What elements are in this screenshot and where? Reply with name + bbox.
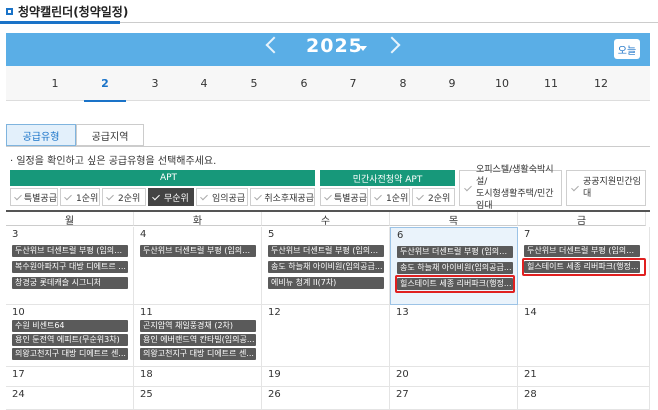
filter-apt-first[interactable]: 1순위 <box>60 188 100 206</box>
tab-month-5[interactable]: 5 <box>229 66 279 101</box>
event-item[interactable]: 용인 둔전역 에피트(무순위3차) <box>12 334 128 346</box>
day-cell[interactable]: 28 <box>518 387 650 410</box>
year-label[interactable]: 2025 <box>306 35 363 57</box>
month-tabs: 1 2 3 4 5 6 7 8 9 10 11 12 <box>6 66 650 102</box>
filter-private-second[interactable]: 2순위 <box>412 188 455 206</box>
weekday-header: 월 <box>6 212 134 227</box>
filter-apt-special[interactable]: 특별공급 <box>10 188 58 206</box>
event-item[interactable]: 곤지암역 채일풍경채 (2차) <box>140 320 256 332</box>
day-cell[interactable]: 10 수원 비센트64 용인 둔전역 에피트(무순위3차) 의왕고천지구 대방 … <box>6 305 134 367</box>
tab-month-1[interactable]: 1 <box>30 66 80 101</box>
day-cell[interactable]: 18 <box>134 367 262 387</box>
tab-month-12[interactable]: 12 <box>576 66 626 101</box>
day-cell-today[interactable]: 6 두산위브 더센트럴 부평 (임의공... 송도 하늘채 아이비원(임의공급.… <box>390 227 518 305</box>
filter-apt-resupply[interactable]: 취소후재공급 <box>250 188 315 206</box>
filter-apt-second[interactable]: 2순위 <box>102 188 146 206</box>
event-item[interactable]: 두산위브 더센트럴 부평 (임의공... <box>268 245 384 257</box>
tab-month-3[interactable]: 3 <box>130 66 180 101</box>
day-cell[interactable]: 3 두산위브 더센트럴 부평 (임의공... 복수원아파지구 대방 디에트르 .… <box>6 227 134 305</box>
tab-month-4[interactable]: 4 <box>179 66 229 101</box>
highlight-box <box>522 258 646 276</box>
filter-private-special[interactable]: 특별공급 <box>320 188 368 206</box>
calendar-grid: 월 화 수 목 금 3 두산위브 더센트럴 부평 (임의공... 복수원아파지구… <box>6 210 650 410</box>
weekday-header: 목 <box>390 212 518 227</box>
title-square-icon <box>6 7 13 15</box>
year-banner: 2025 오늘 <box>6 33 650 66</box>
event-item[interactable]: 송도 하늘채 아이비원(임의공급... <box>268 261 384 273</box>
check-icon <box>254 193 261 202</box>
event-item[interactable]: 에비뉴 청계 II(7차) <box>268 277 384 289</box>
tab-month-10[interactable]: 10 <box>477 66 527 101</box>
day-cell[interactable]: 12 <box>262 305 390 367</box>
check-icon <box>64 193 73 202</box>
day-cell[interactable]: 24 <box>6 387 134 410</box>
event-item[interactable]: 두산위브 더센트럴 부평 (임의공... <box>140 245 256 257</box>
tab-month-8[interactable]: 8 <box>378 66 428 101</box>
filter-group-private-pre[interactable]: 민간사전청약 APT <box>320 170 455 186</box>
day-cell[interactable]: 20 <box>390 367 518 387</box>
day-cell[interactable]: 27 <box>390 387 518 410</box>
tab-month-9[interactable]: 9 <box>427 66 477 101</box>
next-year-icon[interactable] <box>383 36 401 54</box>
today-button[interactable]: 오늘 <box>614 39 640 59</box>
check-icon <box>571 184 580 193</box>
tab-month-11[interactable]: 11 <box>526 66 576 101</box>
filter-apt-unranked[interactable]: 무순위 <box>148 188 194 206</box>
tab-month-7[interactable]: 7 <box>328 66 378 101</box>
instruction-text: · 일정을 확인하고 싶은 공급유형을 선택해주세요. <box>10 156 217 167</box>
day-cell[interactable]: 4 두산위브 더센트럴 부평 (임의공... <box>134 227 262 305</box>
year-dropdown-icon[interactable] <box>359 46 367 51</box>
weekday-header: 화 <box>134 212 262 227</box>
tab-month-2[interactable]: 2 <box>80 66 130 102</box>
event-item[interactable]: 창경궁 롯데캐슬 시그니처 <box>12 277 128 289</box>
event-item[interactable]: 수원 비센트64 <box>12 320 128 332</box>
day-cell[interactable]: 19 <box>262 367 390 387</box>
filter-officetel[interactable]: 오피스텔/생활숙박시설/도시형생활주택/민간임대 <box>459 165 562 211</box>
title-divider <box>0 21 658 24</box>
check-icon <box>152 193 161 202</box>
event-item[interactable]: 두산위브 더센트럴 부평 (임의공... <box>524 245 640 257</box>
day-cell[interactable]: 14 <box>518 305 650 367</box>
tab-month-6[interactable]: 6 <box>279 66 329 101</box>
check-icon <box>106 193 115 202</box>
highlight-box <box>395 275 515 293</box>
day-cell[interactable]: 5 두산위브 더센트럴 부평 (임의공... 송도 하늘채 아이비원(임의공급.… <box>262 227 390 305</box>
check-icon <box>464 184 473 193</box>
check-icon <box>416 193 425 202</box>
check-icon <box>148 174 157 183</box>
prev-year-icon[interactable] <box>265 36 283 54</box>
filter-public-rental[interactable]: 공공지원민간임대 <box>566 170 646 206</box>
check-icon <box>324 193 331 202</box>
event-item[interactable]: 의왕고천지구 대방 디에트르 센... <box>140 348 256 360</box>
event-item[interactable]: 송도 하늘채 아이비원(임의공급... <box>397 262 513 274</box>
filter-group-apt[interactable]: APT <box>10 170 315 186</box>
weekday-header: 금 <box>518 212 646 227</box>
check-icon <box>374 193 383 202</box>
tab-supply-region[interactable]: 공급지역 <box>76 124 144 146</box>
event-item[interactable]: 두산위브 더센트럴 부평 (임의공... <box>397 246 513 258</box>
day-cell[interactable]: 26 <box>262 387 390 410</box>
day-cell[interactable]: 21 <box>518 367 650 387</box>
day-cell[interactable]: 17 <box>6 367 134 387</box>
event-item[interactable]: 복수원아파지구 대방 디에트르 ... <box>12 261 128 273</box>
day-cell[interactable]: 25 <box>134 387 262 410</box>
check-icon <box>200 193 209 202</box>
event-item[interactable]: 의왕고천지구 대방 디에트르 센... <box>12 348 128 360</box>
weekday-header: 수 <box>262 212 390 227</box>
page-title: 청약캘린더(청약일정) <box>6 2 128 20</box>
tab-divider <box>6 146 650 147</box>
tab-supply-type[interactable]: 공급유형 <box>6 124 76 146</box>
filter-private-first[interactable]: 1순위 <box>370 188 410 206</box>
event-item[interactable]: 두산위브 더센트럴 부평 (임의공... <box>12 245 128 257</box>
day-cell[interactable]: 7 두산위브 더센트럴 부평 (임의공... 힐스테이트 세종 리버파크(행정.… <box>518 227 650 305</box>
filter-apt-optional[interactable]: 임의공급 <box>196 188 248 206</box>
day-cell[interactable]: 11 곤지암역 채일풍경채 (2차) 용인 에버랜드역 칸타빌(임의공... 의… <box>134 305 262 367</box>
event-item[interactable]: 용인 에버랜드역 칸타빌(임의공... <box>140 334 256 346</box>
check-icon <box>14 193 21 202</box>
day-cell[interactable]: 13 <box>390 305 518 367</box>
